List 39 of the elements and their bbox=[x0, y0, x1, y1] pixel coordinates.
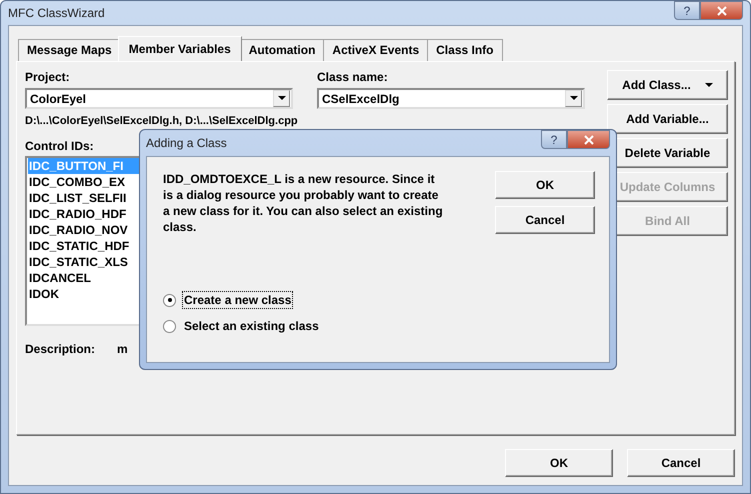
description-label: Description: bbox=[25, 342, 96, 356]
list-item[interactable]: IDCANCEL bbox=[28, 270, 139, 286]
file-path: D:\...\ColorEyel\SelExcelDlg.h, D:\...\SelExcelDlg.cpp bbox=[25, 115, 298, 127]
radio-option[interactable]: Select an existing class bbox=[163, 317, 595, 335]
project-combobox[interactable]: ColorEyel bbox=[25, 88, 293, 109]
close-icon bbox=[716, 6, 728, 16]
radio-button[interactable] bbox=[163, 294, 176, 306]
tab[interactable]: Member Variables bbox=[118, 36, 242, 61]
dialog-button[interactable]: OK bbox=[495, 171, 595, 199]
control-ids-label: Control IDs: bbox=[25, 139, 94, 153]
list-item[interactable]: IDC_LIST_SELFII bbox=[28, 190, 139, 206]
side-button[interactable]: Add Variable... bbox=[607, 104, 728, 134]
tab[interactable]: Message Maps bbox=[18, 39, 121, 61]
dialog-button[interactable]: Cancel bbox=[627, 449, 735, 477]
side-button[interactable]: Add Class... bbox=[607, 70, 728, 100]
description-text: m bbox=[117, 342, 128, 356]
list-item[interactable]: IDC_STATIC_XLS bbox=[28, 254, 139, 270]
close-icon bbox=[582, 134, 594, 144]
window-title: MFC ClassWizard bbox=[8, 5, 105, 20]
help-button[interactable]: ? bbox=[541, 130, 567, 149]
project-label: Project: bbox=[25, 70, 71, 84]
caret-icon bbox=[704, 82, 713, 88]
help-button[interactable]: ? bbox=[674, 1, 700, 20]
class-name-combobox[interactable]: CSelExcelDlg bbox=[317, 88, 585, 109]
list-item[interactable]: IDC_STATIC_HDF bbox=[28, 238, 139, 254]
list-item[interactable]: IDC_RADIO_HDF bbox=[28, 206, 139, 222]
list-item[interactable]: IDC_COMBO_EX bbox=[28, 174, 139, 190]
radio-button[interactable] bbox=[163, 320, 176, 332]
tab[interactable]: Class Info bbox=[427, 39, 502, 61]
list-item[interactable]: IDOK bbox=[28, 286, 139, 302]
dialog-title: Adding a Class bbox=[146, 135, 227, 152]
class-name-label: Class name: bbox=[317, 70, 389, 84]
radio-option[interactable]: Create a new class bbox=[163, 291, 595, 309]
dialog-button[interactable]: Cancel bbox=[495, 206, 595, 234]
close-button[interactable] bbox=[700, 1, 743, 20]
list-item[interactable]: IDC_RADIO_NOV bbox=[28, 222, 139, 238]
dialog-button[interactable]: OK bbox=[505, 449, 613, 477]
message-text: IDD_OMDTOEXCE_L is a new resource. Since it is a dialog resource you probably want to create a new class for it. You can also select an existing class. bbox=[163, 171, 444, 235]
close-button[interactable] bbox=[567, 130, 610, 149]
